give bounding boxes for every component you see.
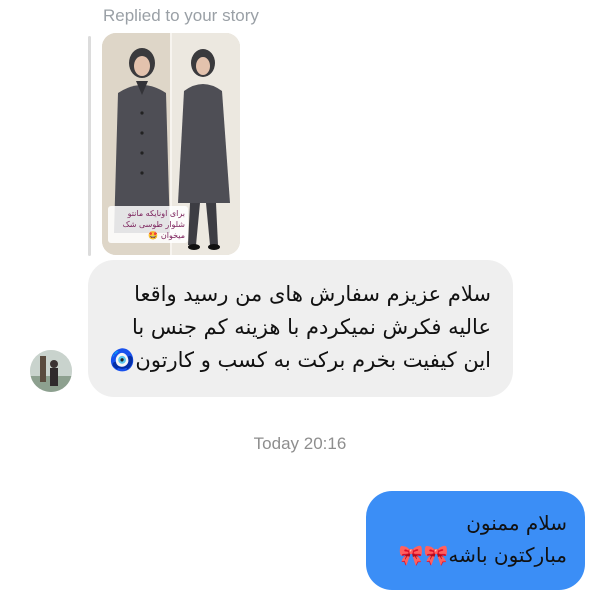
outgoing-message-bubble[interactable]: سلام ممنون مبارکتون باشه🎀🎀: [366, 491, 585, 590]
avatar-image: [30, 350, 72, 392]
sender-avatar[interactable]: [30, 350, 72, 392]
replied-to-story-label: Replied to your story: [103, 6, 259, 25]
message-timestamp: Today 20:16: [253, 434, 347, 453]
story-thumbnail[interactable]: برای اونایکه مانتو شلوار طوسی شک میخوان …: [102, 33, 240, 255]
reply-indicator-bar: [88, 36, 91, 256]
story-caption: برای اونایکه مانتو شلوار طوسی شک میخوان …: [108, 206, 188, 243]
outgoing-message-text: سلام ممنون مبارکتون باشه🎀🎀: [398, 511, 567, 567]
incoming-message-bubble[interactable]: سلام عزیزم سفارش های من رسید واقعا عالیه…: [88, 260, 513, 397]
incoming-message-text: سلام عزیزم سفارش های من رسید واقعا عالیه…: [109, 282, 491, 372]
